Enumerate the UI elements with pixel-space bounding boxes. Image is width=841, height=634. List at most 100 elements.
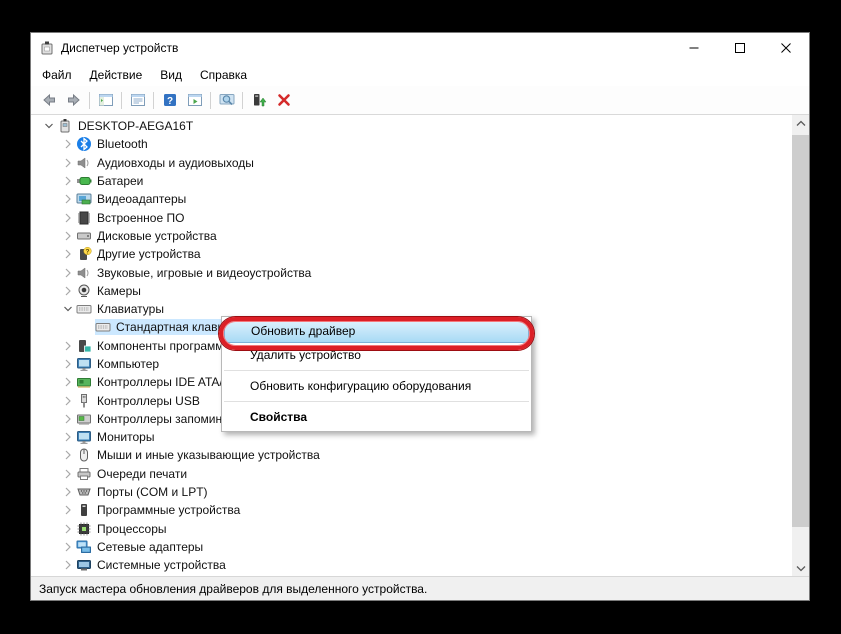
tree-item-label: Bluetooth: [94, 136, 152, 152]
chevron-right-icon[interactable]: [60, 283, 76, 299]
chevron-right-icon[interactable]: [60, 155, 76, 171]
monitor-icon: [76, 429, 94, 445]
chevron-right-icon[interactable]: [60, 356, 76, 372]
chevron-right-icon[interactable]: [60, 447, 76, 463]
tree-item[interactable]: Bluetooth: [31, 135, 792, 153]
tree-item[interactable]: Видеоадаптеры: [31, 190, 792, 208]
context-menu-item[interactable]: Свойства: [222, 405, 531, 429]
tree-item[interactable]: ?Другие устройства: [31, 245, 792, 263]
tree-item-label: Системные устройства: [94, 557, 230, 573]
chevron-down-icon[interactable]: [41, 118, 57, 134]
forward-button[interactable]: [61, 88, 86, 112]
uninstall-device-button[interactable]: [271, 88, 296, 112]
back-button[interactable]: [36, 88, 61, 112]
action-pane-button[interactable]: [182, 88, 207, 112]
help-button[interactable]: ?: [157, 88, 182, 112]
scan-hardware-button[interactable]: [214, 88, 239, 112]
minimize-button[interactable]: [671, 33, 717, 63]
chevron-right-icon[interactable]: [60, 393, 76, 409]
caption-buttons: [671, 33, 809, 63]
scroll-down-button[interactable]: [792, 559, 809, 576]
status-bar: Запуск мастера обновления драйверов для …: [31, 576, 809, 600]
tree-item[interactable]: Программные устройства: [31, 501, 792, 519]
properties-button[interactable]: [125, 88, 150, 112]
usb-controller-icon: [76, 393, 94, 409]
update-driver-icon: [251, 92, 267, 108]
svg-text:?: ?: [86, 249, 90, 256]
chevron-placeholder: [79, 319, 95, 335]
tree-item[interactable]: Дисковые устройства: [31, 227, 792, 245]
tree-item[interactable]: Очереди печати: [31, 465, 792, 483]
chevron-right-icon[interactable]: [60, 173, 76, 189]
scan-hardware-icon: [219, 92, 235, 108]
toolbar-separator: [153, 92, 154, 109]
minimize-icon: [689, 43, 699, 53]
tree-item-label: Мониторы: [94, 429, 158, 445]
chevron-right-icon[interactable]: [60, 484, 76, 500]
chevron-right-icon[interactable]: [60, 136, 76, 152]
update-driver-button[interactable]: [246, 88, 271, 112]
chevron-right-icon[interactable]: [60, 466, 76, 482]
chevron-right-icon[interactable]: [60, 521, 76, 537]
tree-item[interactable]: Аудиовходы и аудиовыходы: [31, 154, 792, 172]
chevron-right-icon[interactable]: [60, 246, 76, 262]
processor-icon: [76, 521, 94, 537]
audio-icon: [76, 155, 94, 171]
chevron-right-icon[interactable]: [60, 502, 76, 518]
tree-item[interactable]: Устройства HID (Human Interface Devices): [31, 574, 792, 576]
maximize-button[interactable]: [717, 33, 763, 63]
chevron-down-icon[interactable]: [60, 301, 76, 317]
menubar-item[interactable]: Действие: [81, 65, 152, 85]
chevron-up-icon: [793, 116, 809, 132]
window-title: Диспетчер устройств: [61, 41, 671, 55]
sound-icon: [76, 265, 94, 281]
tree-item-label: Мыши и иные указывающие устройства: [94, 447, 324, 463]
menubar-item[interactable]: Справка: [191, 65, 256, 85]
device-manager-window: Диспетчер устройств ФайлДействиеВидСправ…: [30, 32, 810, 601]
chevron-right-icon[interactable]: [60, 411, 76, 427]
screenshot-root: { "window": { "title": "Диспетчер устрой…: [0, 0, 841, 634]
tree-item[interactable]: Системные устройства: [31, 556, 792, 574]
chevron-right-icon[interactable]: [60, 429, 76, 445]
tree-item[interactable]: Мыши и иные указывающие устройства: [31, 446, 792, 464]
scroll-up-button[interactable]: [792, 115, 809, 132]
keyboard-icon: [95, 319, 113, 335]
chevron-right-icon[interactable]: [60, 265, 76, 281]
unknown-device-icon: ?: [76, 246, 94, 262]
scrollbar-thumb[interactable]: [792, 135, 809, 527]
chevron-right-icon[interactable]: [60, 539, 76, 555]
tree-item[interactable]: Батареи: [31, 172, 792, 190]
tree-item[interactable]: Сетевые адаптеры: [31, 538, 792, 556]
chevron-right-icon[interactable]: [60, 191, 76, 207]
monitor-pc-icon: [76, 356, 94, 372]
tree-item-label: Встроенное ПО: [94, 210, 188, 226]
vertical-scrollbar[interactable]: [792, 115, 809, 576]
chevron-right-icon[interactable]: [60, 228, 76, 244]
menubar-item[interactable]: Вид: [151, 65, 191, 85]
tree-item[interactable]: Порты (COM и LPT): [31, 483, 792, 501]
console-tree-button[interactable]: [93, 88, 118, 112]
context-menu-item[interactable]: Обновить драйвер: [224, 319, 529, 343]
close-button[interactable]: [763, 33, 809, 63]
camera-icon: [76, 283, 94, 299]
title-bar: Диспетчер устройств: [31, 33, 809, 63]
chevron-right-icon[interactable]: [60, 374, 76, 390]
tree-item[interactable]: Звуковые, игровые и видеоустройства: [31, 263, 792, 281]
chevron-right-icon[interactable]: [60, 210, 76, 226]
ide-controller-icon: [76, 374, 94, 390]
tree-item[interactable]: Встроенное ПО: [31, 208, 792, 226]
chevron-right-icon[interactable]: [60, 338, 76, 354]
context-menu-item[interactable]: Обновить конфигурацию оборудования: [222, 374, 531, 398]
tree-item[interactable]: DESKTOP-AEGA16T: [31, 117, 792, 135]
tree-item[interactable]: Процессоры: [31, 520, 792, 538]
chevron-right-icon[interactable]: [60, 557, 76, 573]
menubar-item[interactable]: Файл: [33, 65, 81, 85]
status-text: Запуск мастера обновления драйверов для …: [39, 582, 427, 596]
system-device-icon: [76, 557, 94, 573]
context-menu: Обновить драйверУдалить устройство Обнови…: [221, 316, 532, 432]
tree-item-label: Видеоадаптеры: [94, 191, 190, 207]
context-menu-item[interactable]: Удалить устройство: [222, 343, 531, 367]
tree-item[interactable]: Камеры: [31, 282, 792, 300]
tree-item-label: Сетевые адаптеры: [94, 539, 207, 555]
bluetooth-icon: [76, 136, 94, 152]
